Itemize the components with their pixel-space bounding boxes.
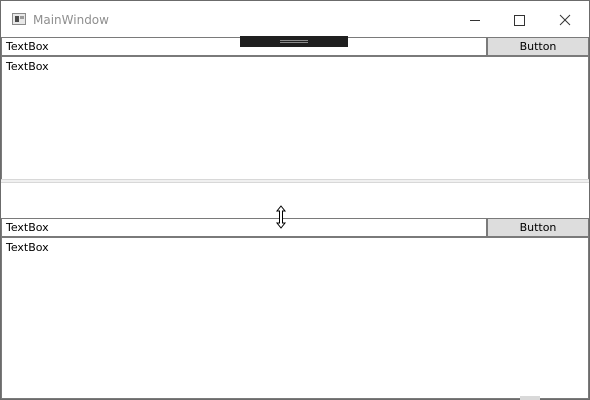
- bottom-textarea[interactable]: TextBox: [1, 237, 589, 399]
- minimize-button[interactable]: [451, 1, 497, 36]
- bottom-input-row: TextBox Button: [1, 218, 589, 237]
- app-window-icon: [12, 13, 26, 25]
- grid-splitter[interactable]: [1, 179, 589, 183]
- main-window: MainWindow TextBox Button TextBox TextBo…: [0, 0, 590, 400]
- top-textarea[interactable]: TextBox: [1, 56, 589, 180]
- resize-cursor-icon: [275, 205, 287, 229]
- bottom-textbox[interactable]: TextBox: [1, 218, 487, 237]
- debug-toolbar[interactable]: [240, 36, 348, 47]
- window-title: MainWindow: [33, 13, 109, 27]
- title-bar[interactable]: MainWindow: [1, 1, 589, 36]
- close-icon: [559, 14, 571, 26]
- maximize-icon: [514, 15, 525, 26]
- close-button[interactable]: [543, 1, 589, 36]
- bottom-button[interactable]: Button: [487, 218, 589, 237]
- background-window-edge: [520, 396, 540, 400]
- top-button[interactable]: Button: [487, 37, 589, 56]
- maximize-button[interactable]: [497, 1, 543, 36]
- minimize-icon: [470, 20, 480, 21]
